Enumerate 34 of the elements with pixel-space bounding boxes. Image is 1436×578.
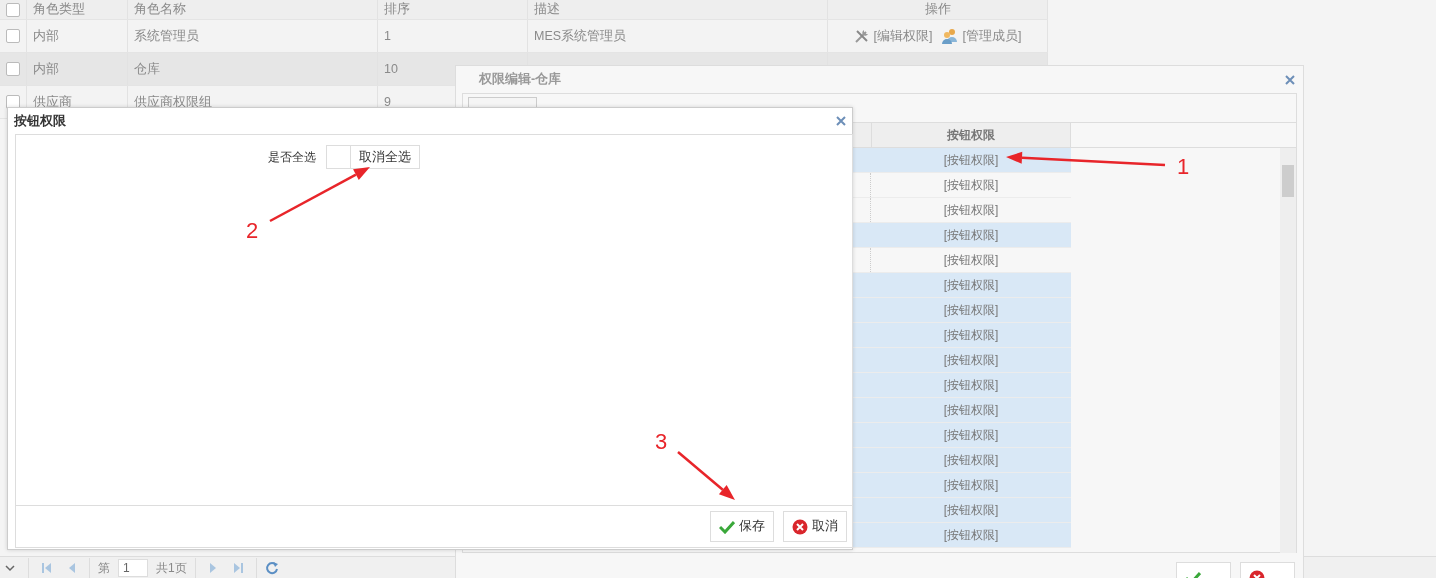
annotation-number: 1 <box>1177 156 1190 178</box>
table-cell: 系统管理员 <box>128 20 378 52</box>
table-cell-text: [按钮权限] <box>942 302 1000 319</box>
table-cell-text: [按钮权限] <box>942 202 1000 219</box>
column-header: 按钮权限 <box>871 123 1071 147</box>
table-cell-text: [按钮权限] <box>942 352 1000 369</box>
table-cell-text: [按钮权限] <box>942 252 1000 269</box>
page-total: 共1页 <box>156 559 187 577</box>
table-cell-text: [按钮权限] <box>942 327 1000 344</box>
table-cell-text: [按钮权限] <box>942 427 1000 444</box>
table-cell-text: [按钮权限] <box>942 402 1000 419</box>
table-cell-text: [按钮权限] <box>942 377 1000 394</box>
table-cell-text: [按钮权限] <box>942 527 1000 544</box>
annotation-number: 2 <box>246 220 259 242</box>
table-cell: MES系统管理员 <box>528 20 828 52</box>
table-cell: 仓库 <box>128 53 378 85</box>
table-cell: 1 <box>378 20 528 52</box>
column-header: 操作 <box>828 0 1048 19</box>
table-cell-text: [按钮权限] <box>942 177 1000 194</box>
select-all-label: 是否全选 <box>268 149 316 166</box>
table-cell-text: [按钮权限] <box>942 152 1000 169</box>
table-cell: 内部 <box>27 53 128 85</box>
table-cell-text: [按钮权限] <box>942 277 1000 294</box>
column-header: 角色名称 <box>128 0 378 19</box>
table-cell-text: [按钮权限] <box>942 477 1000 494</box>
column-header: 排序 <box>378 0 528 19</box>
column-header: 角色类型 <box>27 0 128 19</box>
table-cell-text: [按钮权限] <box>942 452 1000 469</box>
column-header: 描述 <box>528 0 828 19</box>
table-cell-text: [按钮权限] <box>942 502 1000 519</box>
table-cell: 内部 <box>27 20 128 52</box>
annotation-number: 3 <box>655 431 668 453</box>
page-label: 第 <box>98 559 110 577</box>
table-cell-text: [按钮权限] <box>942 227 1000 244</box>
